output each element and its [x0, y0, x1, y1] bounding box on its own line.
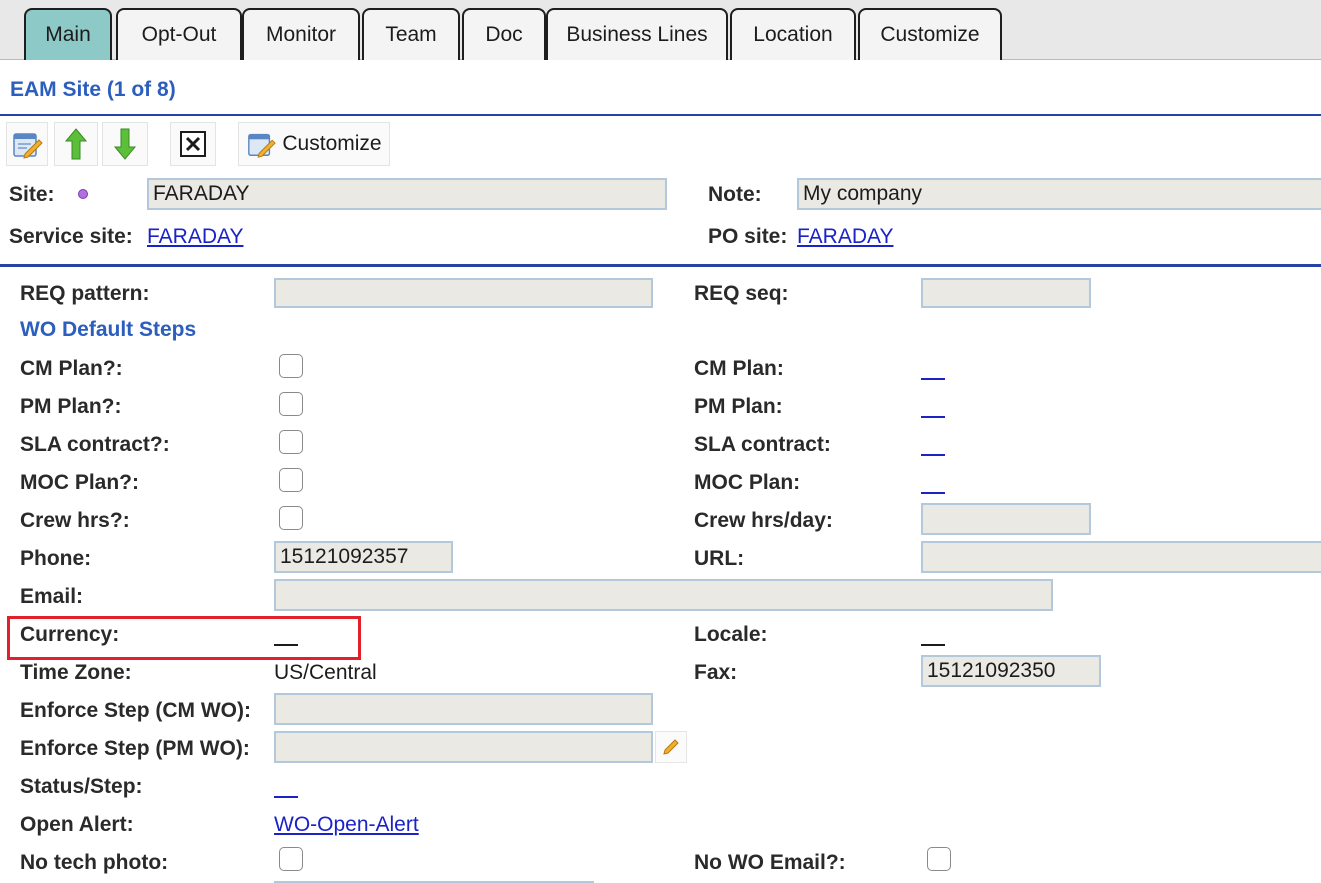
crew-hrs-checkbox[interactable]: [279, 506, 303, 530]
close-box-icon: [180, 131, 206, 157]
tab-doc[interactable]: Doc: [462, 8, 546, 60]
moc-plan-label: MOC Plan:: [694, 471, 801, 494]
tab-customize-label: Customize: [880, 23, 980, 46]
move-down-button[interactable]: [102, 122, 148, 166]
site-label: Site:: [9, 183, 55, 206]
moc-plan-q-label: MOC Plan?:: [20, 471, 139, 494]
pm-plan-checkbox[interactable]: [279, 392, 303, 416]
tab-bar: Main Opt-Out Monitor Team Doc Business L…: [0, 0, 1321, 60]
arrow-up-icon: [64, 128, 88, 160]
req-pattern-field[interactable]: [274, 278, 653, 308]
tab-customize[interactable]: Customize: [858, 8, 1002, 60]
pm-plan-q-label: PM Plan?:: [20, 395, 122, 418]
fax-field[interactable]: [921, 655, 1101, 687]
no-tech-photo-label: No tech photo:: [20, 851, 169, 874]
service-site-link[interactable]: FARADAY: [147, 225, 243, 249]
no-tech-photo-checkbox[interactable]: [279, 847, 303, 871]
po-site-label: PO site:: [708, 225, 788, 248]
delete-button[interactable]: [170, 122, 216, 166]
po-site-link[interactable]: FARADAY: [797, 225, 893, 249]
status-step-link[interactable]: [274, 796, 298, 798]
moc-plan-link[interactable]: [921, 492, 945, 494]
cm-plan-q-label: CM Plan?:: [20, 357, 123, 380]
locale-label: Locale:: [694, 623, 768, 646]
arrow-down-icon: [113, 128, 137, 160]
tab-main-label: Main: [45, 23, 91, 46]
currency-label: Currency:: [20, 623, 120, 646]
sla-contract-checkbox[interactable]: [279, 430, 303, 454]
crew-hrs-day-label: Crew hrs/day:: [694, 509, 833, 532]
enforce-step-pm-label: Enforce Step (PM WO):: [20, 737, 250, 760]
fax-label: Fax:: [694, 661, 738, 684]
tab-business-lines[interactable]: Business Lines: [546, 8, 728, 60]
tab-opt-out-label: Opt-Out: [141, 23, 217, 46]
sla-contract-label: SLA contract:: [694, 433, 831, 456]
url-field[interactable]: [921, 541, 1321, 573]
move-up-button[interactable]: [54, 122, 98, 166]
pm-plan-link[interactable]: [921, 416, 945, 418]
tab-location-label: Location: [753, 23, 833, 46]
tab-doc-label: Doc: [485, 23, 523, 46]
cm-plan-checkbox[interactable]: [279, 354, 303, 378]
open-alert-link[interactable]: WO-Open-Alert: [274, 813, 419, 837]
time-zone-label: Time Zone:: [20, 661, 132, 684]
tab-location[interactable]: Location: [730, 8, 856, 60]
tab-monitor[interactable]: Monitor: [242, 8, 360, 60]
tab-main[interactable]: Main: [24, 8, 112, 60]
wo-default-steps-heading: WO Default Steps: [20, 318, 197, 341]
req-seq-field[interactable]: [921, 278, 1091, 308]
moc-plan-checkbox[interactable]: [279, 468, 303, 492]
req-pattern-label: REQ pattern:: [20, 282, 150, 305]
note-label: Note:: [708, 183, 762, 206]
enforce-step-pm-field[interactable]: [274, 731, 653, 763]
open-alert-label: Open Alert:: [20, 813, 134, 836]
header-divider: [0, 114, 1321, 116]
customize-button[interactable]: Customize: [238, 122, 390, 166]
no-wo-email-label: No WO Email?:: [694, 851, 846, 874]
sla-contract-link[interactable]: [921, 454, 945, 456]
crew-hrs-q-label: Crew hrs?:: [20, 509, 130, 532]
edit-enforce-step-button[interactable]: [655, 731, 687, 763]
enforce-step-cm-label: Enforce Step (CM WO):: [20, 699, 251, 722]
pm-plan-label: PM Plan:: [694, 395, 783, 418]
cm-plan-label: CM Plan:: [694, 357, 784, 380]
cm-plan-link[interactable]: [921, 378, 945, 380]
pencil-icon: [663, 739, 679, 755]
site-field[interactable]: [147, 178, 667, 210]
no-wo-email-checkbox[interactable]: [927, 847, 951, 871]
req-seq-label: REQ seq:: [694, 282, 789, 305]
enforce-step-cm-field[interactable]: [274, 693, 653, 725]
note-field[interactable]: [797, 178, 1321, 210]
email-label: Email:: [20, 585, 84, 608]
section-divider: [0, 264, 1321, 267]
phone-label: Phone:: [20, 547, 92, 570]
tab-team-label: Team: [385, 23, 437, 46]
url-label: URL:: [694, 547, 745, 570]
tab-opt-out[interactable]: Opt-Out: [116, 8, 242, 60]
email-field[interactable]: [274, 579, 1053, 611]
edit-pencil-icon: [13, 133, 43, 159]
edit-button[interactable]: [6, 122, 48, 166]
currency-value[interactable]: [274, 644, 298, 646]
page-title: EAM Site (1 of 8): [10, 78, 176, 101]
service-site-label: Service site:: [9, 225, 133, 248]
tab-team[interactable]: Team: [362, 8, 460, 60]
status-step-label: Status/Step:: [20, 775, 143, 798]
time-zone-value: US/Central: [274, 661, 377, 684]
tab-business-lines-label: Business Lines: [566, 23, 708, 46]
phone-field[interactable]: [274, 541, 453, 573]
sla-contract-q-label: SLA contract?:: [20, 433, 170, 456]
customize-label: Customize: [282, 132, 382, 155]
locale-value[interactable]: [921, 644, 945, 646]
crew-hrs-day-field[interactable]: [921, 503, 1091, 535]
customize-icon: [248, 133, 277, 158]
required-dot-icon: [78, 189, 88, 199]
tab-monitor-label: Monitor: [265, 23, 337, 46]
